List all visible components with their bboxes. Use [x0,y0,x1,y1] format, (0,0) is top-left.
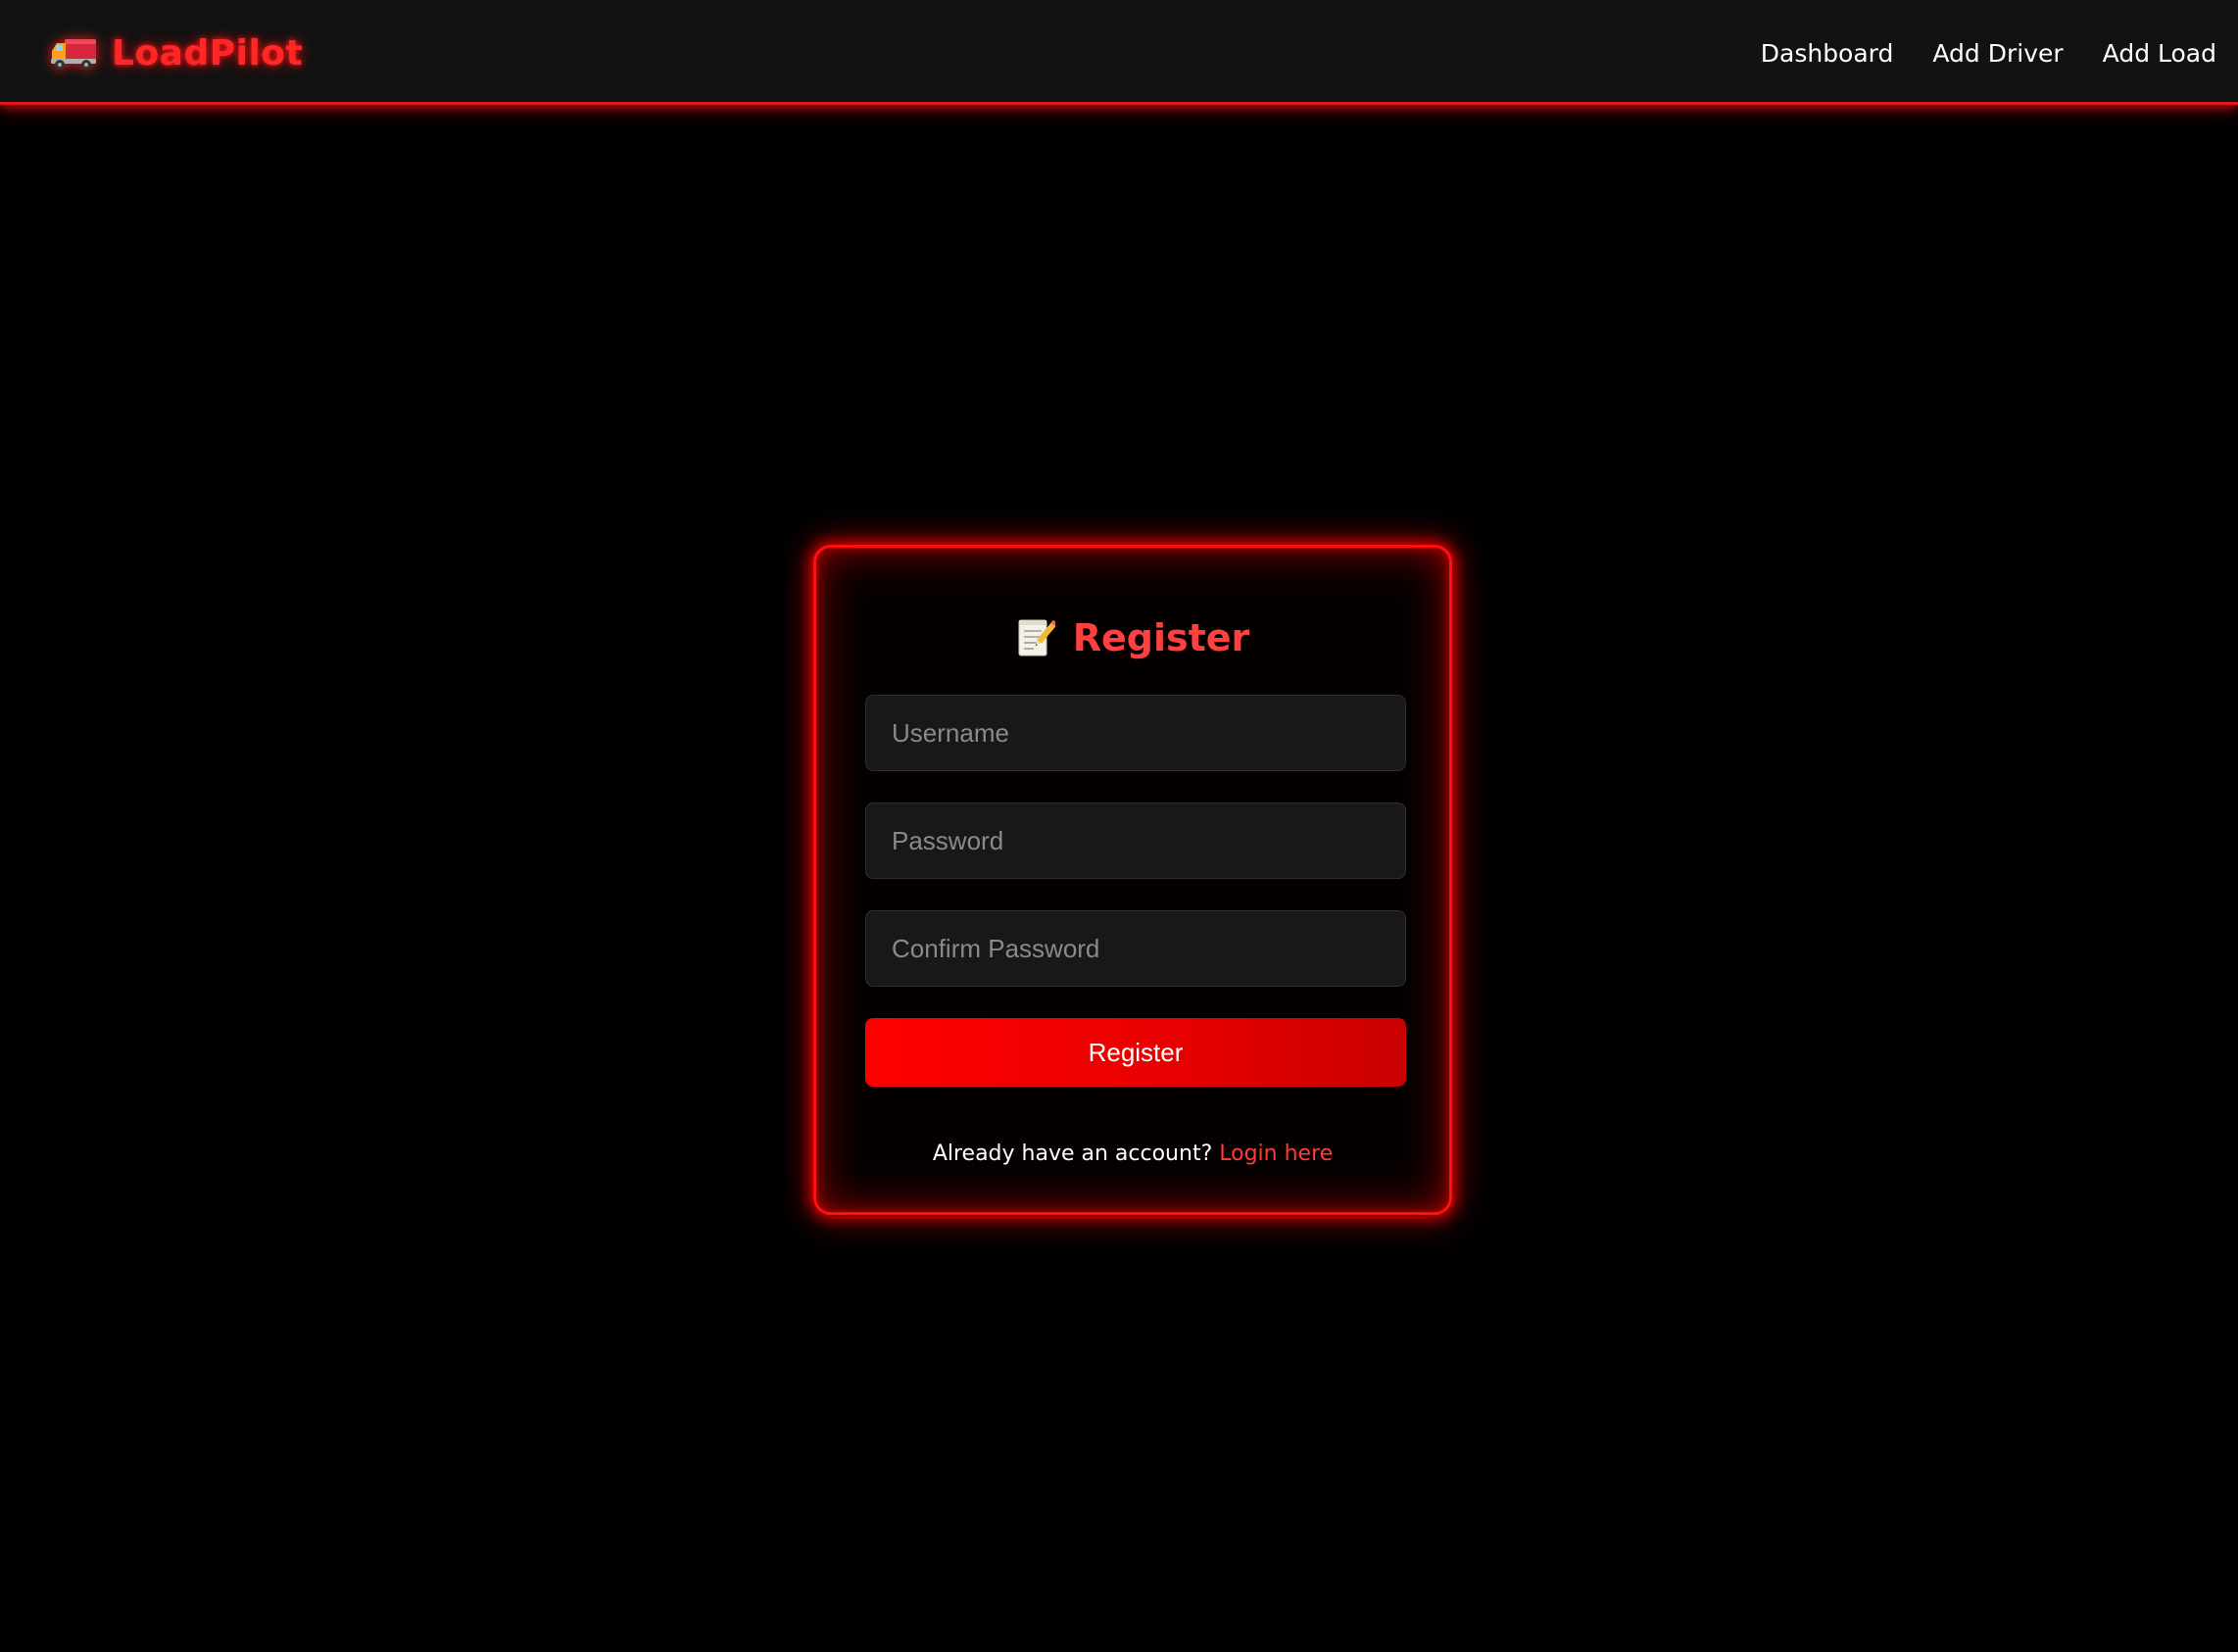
register-heading: Register [816,616,1449,659]
register-card: Register Register Already have an accoun… [813,545,1452,1215]
confirm-password-input[interactable] [865,910,1406,987]
login-prompt-line: Already have an account? Login here [816,1142,1449,1166]
memo-icon [1018,619,1055,656]
nav-link-add-driver[interactable]: Add Driver [1932,32,2063,75]
brand-name: LoadPilot [112,32,304,73]
nav-link-dashboard[interactable]: Dashboard [1761,32,1894,75]
nav-link-add-load[interactable]: Add Load [2103,32,2216,75]
register-button[interactable]: Register [865,1018,1406,1087]
password-input[interactable] [865,802,1406,879]
main-nav: Dashboard Add Driver Add Load [1761,32,2216,75]
top-navbar: LoadPilot Dashboard Add Driver Add Load [0,0,2238,105]
username-input[interactable] [865,695,1406,771]
login-link[interactable]: Login here [1219,1142,1333,1166]
register-title: Register [1072,616,1250,659]
brand-logo-link[interactable]: LoadPilot [49,27,303,78]
delivery-truck-icon [51,39,96,70]
login-prompt-text: Already have an account? [932,1142,1213,1166]
